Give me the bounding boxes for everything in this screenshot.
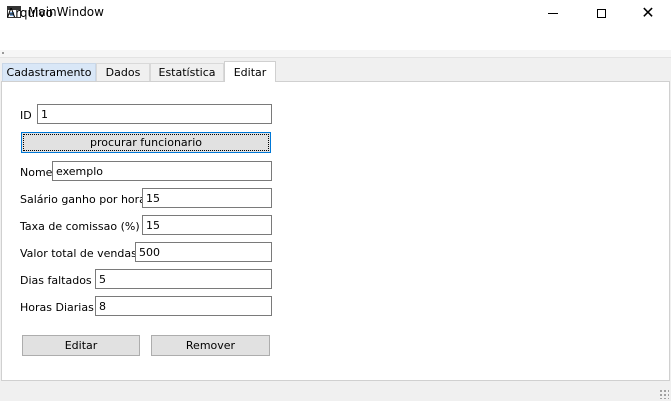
edit-button[interactable]: Editar: [22, 335, 140, 356]
menu-item-arquivo[interactable]: Arquivo: [7, 6, 53, 20]
tab-dados[interactable]: Dados: [96, 63, 150, 81]
nome-label: Nome: [20, 166, 53, 179]
faltas-label: Dias faltados :: [20, 274, 99, 287]
vendas-input[interactable]: [135, 242, 272, 262]
status-bar: [0, 381, 671, 401]
nome-input[interactable]: [52, 161, 272, 181]
close-icon: ✕: [641, 3, 655, 22]
horas-input[interactable]: [95, 296, 272, 316]
vendas-label: Valor total de vendas :: [20, 247, 145, 260]
tab-cadastramento[interactable]: Cadastramento: [2, 63, 96, 81]
id-label: ID: [20, 109, 32, 122]
menu-bar: [0, 26, 671, 50]
tab-estatistica[interactable]: Estatística: [150, 63, 224, 81]
salario-input[interactable]: [142, 188, 272, 208]
toolbar-grip[interactable]: [2, 52, 4, 54]
comissao-label: Taxa de comissao (%) :: [20, 220, 147, 233]
comissao-input[interactable]: [142, 215, 272, 235]
maximize-button[interactable]: [578, 0, 624, 26]
toolbar-area: [0, 50, 671, 58]
resize-grip-icon[interactable]: [659, 389, 669, 399]
faltas-input[interactable]: [95, 269, 272, 289]
remove-button[interactable]: Remover: [151, 335, 270, 356]
tab-editar[interactable]: Editar: [224, 61, 276, 82]
minimize-button[interactable]: [530, 0, 576, 26]
id-input[interactable]: [37, 104, 272, 124]
maximize-icon: [596, 8, 606, 18]
minimize-icon: [548, 12, 558, 14]
search-employee-button[interactable]: procurar funcionario: [21, 132, 271, 153]
horas-label: Horas Diarias :: [20, 301, 102, 314]
salario-label: Salário ganho por hora :: [20, 193, 154, 206]
close-button[interactable]: ✕: [625, 0, 671, 26]
